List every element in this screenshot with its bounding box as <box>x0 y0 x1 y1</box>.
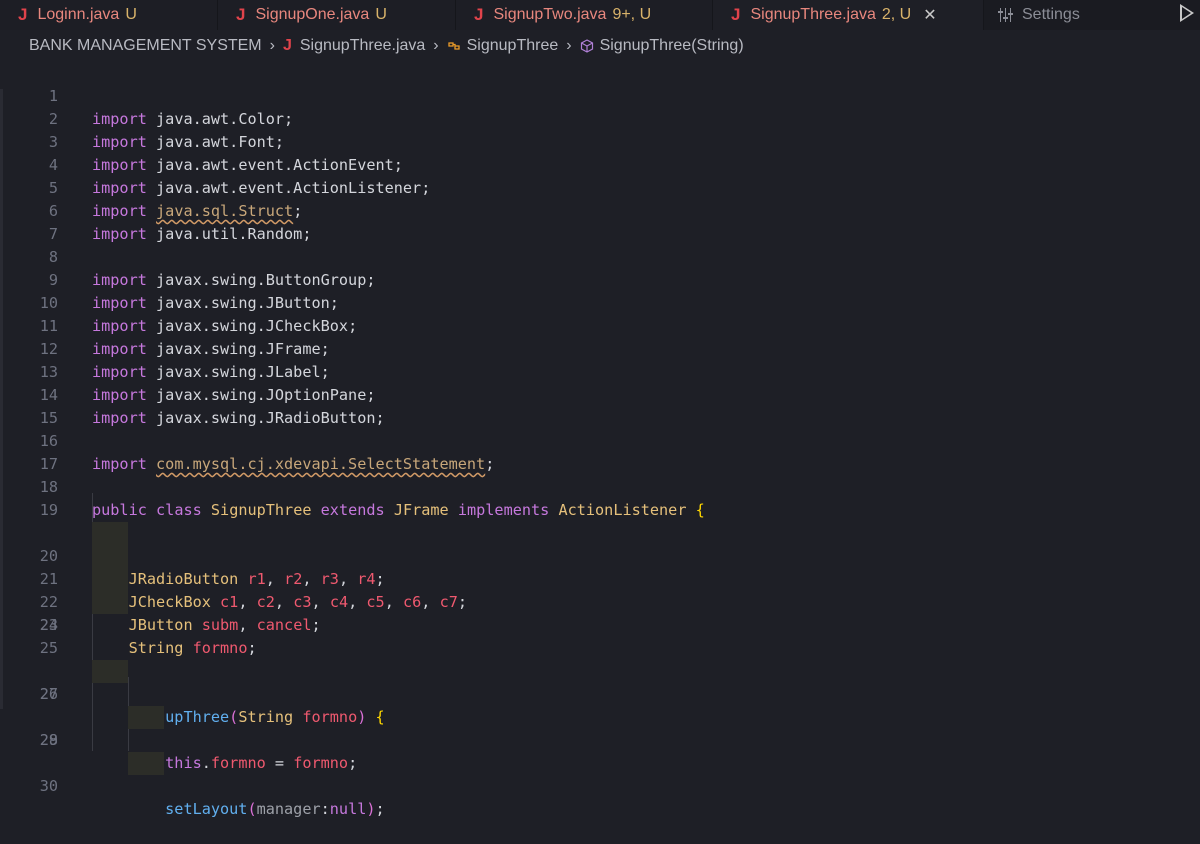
code-line: 28 this.formno = formno; <box>0 683 1200 772</box>
breadcrumb-class[interactable]: SignupThree <box>467 37 559 55</box>
code-line: 7 <box>0 200 1200 243</box>
code-line: 9 import javax.swing.JButton; <box>0 246 1200 312</box>
code-line: 16 import com.mysql.cj.xdevapi.SelectSta… <box>0 407 1200 473</box>
code-line: 11 import javax.swing.JFrame; <box>0 292 1200 358</box>
code-line: 12 import javax.swing.JLabel; <box>0 315 1200 381</box>
settings-sliders-icon <box>998 8 1014 22</box>
code-line: 5 import java.sql.Struct; <box>0 154 1200 220</box>
close-icon[interactable]: ✕ <box>923 5 936 25</box>
code-line: 10 import javax.swing.JCheckBox; <box>0 269 1200 335</box>
code-line: 26 SignupThree(String formno) { <box>0 637 1200 726</box>
java-file-icon: J <box>731 5 741 24</box>
code-line: 6 import java.util.Random; <box>0 177 1200 243</box>
code-line: 22 JButton subm, cancel; <box>0 545 1200 634</box>
chevron-right-icon: › <box>433 37 439 54</box>
class-icon <box>447 42 460 50</box>
tab-label: Settings <box>1022 6 1080 23</box>
code-line: 29 <box>0 706 1200 749</box>
code-line: 27 <box>0 660 1200 703</box>
method-cube-icon <box>580 39 593 53</box>
java-file-icon: J <box>474 5 484 24</box>
code-line: 15 <box>0 384 1200 427</box>
java-file-icon: J <box>236 5 246 24</box>
tab-label: SignupTwo.java <box>493 6 607 23</box>
tab-signupone-java[interactable]: J SignupOne.java U <box>218 0 456 30</box>
indent-highlight <box>128 752 164 775</box>
code-line: 3 import java.awt.event.ActionEvent; <box>0 108 1200 174</box>
code-editor[interactable]: 1 import java.awt.Color; 2 import java.a… <box>0 62 1200 818</box>
line-text: setLayout(manager:null); <box>165 800 385 818</box>
code-line: 17 <box>0 430 1200 473</box>
tab-status: 2, U <box>881 6 912 23</box>
code-line: 18 public class SignupThree extends JFra… <box>0 453 1200 519</box>
code-line: 20 JRadioButton r1, r2, r3, r4; <box>0 499 1200 588</box>
code-line: 1 import java.awt.Color; <box>0 62 1200 128</box>
code-line: 13 import javax.swing.JOptionPane; <box>0 338 1200 404</box>
java-file-icon: J <box>18 5 28 24</box>
tab-label: Loginn.java <box>37 6 120 23</box>
code-line: 2 import java.awt.Font; <box>0 85 1200 151</box>
breadcrumb-file[interactable]: SignupThree.java <box>300 37 425 55</box>
code-line: 25 <box>0 614 1200 657</box>
breadcrumb: BANK MANAGEMENT SYSTEM › J SignupThree.j… <box>0 30 1200 62</box>
chevron-right-icon: › <box>566 37 572 54</box>
java-file-icon: J <box>282 37 292 54</box>
run-icon[interactable] <box>1180 4 1194 22</box>
editor-tab-bar: J Loginn.java U J SignupOne.java U J Sig… <box>0 0 1200 30</box>
tab-status: U <box>375 6 387 23</box>
code-line: 4 import java.awt.event.ActionListener; <box>0 131 1200 197</box>
tab-label: SignupOne.java <box>255 6 370 23</box>
breadcrumb-project[interactable]: BANK MANAGEMENT SYSTEM <box>29 37 262 55</box>
code-line: 30 setLayout(manager:null); <box>0 729 1200 818</box>
tab-label: SignupThree.java <box>750 6 876 23</box>
tab-status: U <box>125 6 137 23</box>
breadcrumb-method[interactable]: SignupThree(String) <box>600 37 744 55</box>
code-line: 23 String formno; <box>0 568 1200 657</box>
tab-signupthree-java[interactable]: J SignupThree.java 2, U ✕ <box>713 0 984 30</box>
tab-status: 9+, U <box>612 6 652 23</box>
code-line: 14 import javax.swing.JRadioButton; <box>0 361 1200 427</box>
tab-settings[interactable]: Settings <box>984 0 1094 30</box>
code-line: 19 <box>0 476 1200 519</box>
code-line: 21 JCheckBox c1, c2, c3, c4, c5, c6, c7; <box>0 522 1200 611</box>
code-line: 24 <box>0 591 1200 634</box>
tab-signuptwo-java[interactable]: J SignupTwo.java 9+, U <box>456 0 713 30</box>
line-number: 30 <box>39 777 58 795</box>
code-line: 8 import javax.swing.ButtonGroup; <box>0 223 1200 289</box>
tab-loginn-java[interactable]: J Loginn.java U <box>0 0 218 30</box>
chevron-right-icon: › <box>269 37 275 54</box>
